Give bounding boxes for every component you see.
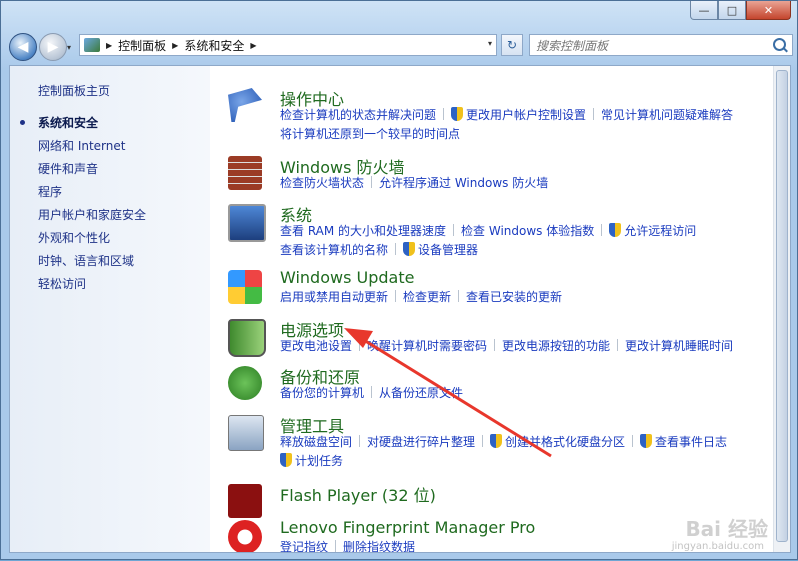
annotation-arrow: [344, 328, 552, 458]
annotation-arrow-head: [344, 328, 373, 348]
control-panel-window: — □ ✕ ◀ ▶ ▾ ▶ 控制面板 ▶ 系统和安全 ▶ ▾ ↻ 控制面板主页 …: [0, 0, 798, 560]
annotation-arrow-line: [358, 335, 552, 458]
